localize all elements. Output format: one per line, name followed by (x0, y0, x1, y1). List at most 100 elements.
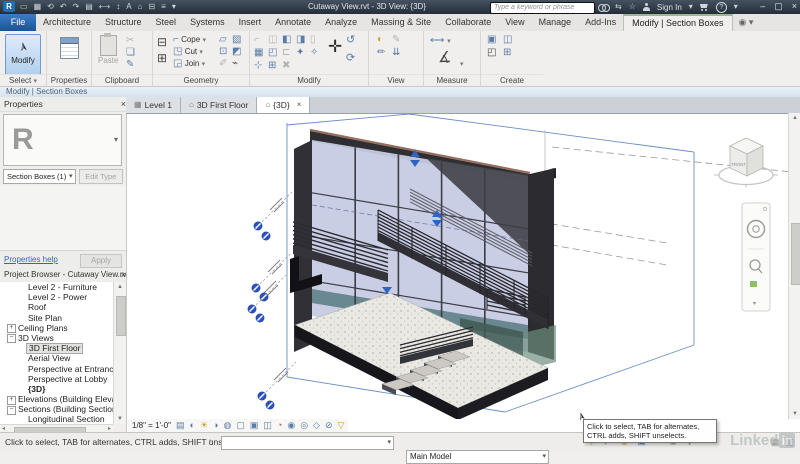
design-options-dropdown[interactable]: Main Model ▾ (406, 450, 549, 464)
tab-systems[interactable]: Systems (183, 14, 232, 31)
create-parts-icon[interactable]: ◰ (487, 47, 503, 60)
favorites-star-icon[interactable]: ☆ (629, 1, 636, 13)
measure-icon[interactable]: ⟷ (99, 1, 110, 13)
align-icon[interactable]: ⌐ (254, 34, 268, 47)
paint-icon[interactable]: ✐ (219, 58, 232, 70)
revit-logo-icon[interactable]: R (3, 1, 15, 12)
render-icon[interactable]: ◍ (223, 420, 231, 431)
panel-label-modify[interactable]: Modify (250, 74, 368, 86)
project-browser-header[interactable]: Project Browser - Cutaway View.rvt × (0, 268, 130, 283)
redo-icon[interactable]: ↷ (73, 1, 80, 13)
shadows-icon[interactable]: ◑ (213, 420, 218, 431)
collapse-minus-icon[interactable]: − (7, 334, 16, 344)
building-model[interactable] (290, 128, 556, 419)
measure-caret-icon[interactable]: ▾ (460, 53, 464, 71)
dormer-opening-icon[interactable]: ◩ (232, 46, 245, 58)
paste-button[interactable]: Paste (98, 33, 118, 65)
text-icon[interactable]: A (126, 1, 131, 13)
level-datum-tags[interactable] (247, 191, 297, 410)
tab-insert[interactable]: Insert (232, 14, 269, 31)
tree-item[interactable]: 3D First Floor (0, 343, 113, 354)
print-icon[interactable]: ▤ (85, 1, 93, 13)
collapse-minus-icon[interactable]: − (7, 405, 16, 415)
cut-button[interactable]: ◳ Cut ▾ (173, 46, 206, 58)
tab-modify-section-boxes[interactable]: Modify | Section Boxes (623, 14, 733, 31)
exchange-icon[interactable]: ⇆ (615, 1, 622, 13)
tree-item[interactable]: Perspective at Entrance (0, 364, 113, 374)
crop-icon[interactable]: ▢ (236, 420, 245, 431)
scrollbar-thumb[interactable] (116, 296, 126, 336)
sign-in-link[interactable]: Sign In (657, 3, 682, 12)
move-icon[interactable]: ⊹ (254, 60, 268, 73)
match-type-icon[interactable]: ✎ (126, 59, 135, 71)
measure-between-icon[interactable]: ⟷ ▾ (430, 35, 451, 46)
worksharing-icon[interactable]: ◎ (300, 420, 308, 431)
view-tab-3d-first-floor[interactable]: ⌂ 3D First Floor (180, 97, 258, 113)
help-caret-icon[interactable]: ▾ (734, 1, 738, 13)
tree-item[interactable]: Level 2 - Furniture (0, 282, 113, 292)
panel-label-properties[interactable]: Properties (47, 74, 91, 86)
tree-item[interactable]: − Sections (Building Section) (0, 404, 113, 415)
scrollbar-thumb[interactable] (791, 223, 800, 285)
sync-icon[interactable]: ⟲ (47, 1, 54, 13)
tree-item[interactable]: + Ceiling Plans (0, 323, 113, 334)
tab-manage[interactable]: Manage (532, 14, 579, 31)
tab-massing-site[interactable]: Massing & Site (364, 14, 438, 31)
view-tab--3d-[interactable]: ⌂ {3D} × (257, 97, 311, 113)
tab-architecture[interactable]: Architecture (36, 14, 98, 31)
section-icon[interactable]: ⊟ (148, 1, 155, 13)
constraints-icon[interactable]: ▽ (338, 420, 345, 431)
hide-icon[interactable]: ◔ (277, 420, 282, 431)
tree-item[interactable]: Roof (0, 302, 113, 312)
viewport-vertical-scrollbar[interactable]: ▲ ▼ (788, 113, 800, 419)
reveal-icon[interactable]: ◉ (287, 420, 295, 431)
panel-label-view[interactable]: View (369, 74, 423, 86)
measure-angle-icon[interactable]: ∡ (438, 48, 451, 66)
tree-item[interactable]: Level 2 - Power (0, 292, 113, 302)
join-geometry-icon[interactable]: ⊞ (157, 52, 167, 68)
scale-icon[interactable]: ◰ (268, 47, 282, 60)
pin-icon[interactable]: ✦ (296, 47, 310, 60)
search-input[interactable]: Type a keyword or phrase (490, 1, 595, 14)
tab-steel[interactable]: Steel (149, 14, 184, 31)
cope-button[interactable]: ⌐ Cope ▾ (173, 34, 206, 46)
worksets-icon[interactable]: ◔ (207, 436, 212, 446)
panel-label-clipboard[interactable]: Clipboard (92, 74, 152, 86)
join-button[interactable]: ◲ Join ▾ (173, 58, 206, 70)
create-group-icon[interactable]: ▣ (487, 34, 503, 47)
browser-vertical-scrollbar[interactable]: ▲ ▼ (113, 282, 127, 424)
category-dropdown[interactable]: Section Boxes (1) ▾ (3, 169, 76, 184)
view-tab-close-icon[interactable]: × (297, 97, 302, 113)
properties-toggle-button[interactable] (60, 37, 79, 59)
dimension-icon[interactable]: ↕ (116, 1, 120, 13)
scale-control[interactable]: 1/8" = 1'-0" (132, 421, 171, 430)
split-icon[interactable]: ▯ (310, 34, 324, 47)
type-selector-caret-icon[interactable]: ▾ (114, 135, 118, 144)
create-similar-icon[interactable]: ⊞ (503, 47, 519, 60)
shaft-opening-icon[interactable]: ▨ (232, 34, 245, 46)
view-tab-level-1[interactable]: ▦ Level 1 (126, 97, 181, 113)
lightbulb-icon[interactable]: ◐ (377, 34, 392, 47)
open-icon[interactable]: ▭ (20, 1, 28, 13)
user-icon[interactable] (642, 3, 650, 11)
panel-label-geometry[interactable]: Geometry (153, 74, 249, 86)
close-button[interactable]: × (792, 0, 797, 13)
paintbrush-icon[interactable]: ✏ (377, 47, 392, 60)
wall-opening-icon[interactable]: ▱ (219, 34, 232, 46)
navigation-bar[interactable]: ▾ (741, 202, 771, 312)
dropdown-caret-icon[interactable]: ▾ (689, 1, 693, 13)
mirror-draw-icon[interactable]: ◨ (296, 34, 310, 47)
worksets-dropdown[interactable]: ▾ (221, 436, 394, 450)
type-selector[interactable]: R ▾ (3, 114, 122, 166)
tree-item[interactable]: −3D Views (0, 333, 113, 344)
modify-tool-button[interactable]: ➢ Modify (5, 34, 41, 75)
sun-icon[interactable]: ☀ (200, 420, 208, 431)
offset-icon[interactable]: ◫ (268, 34, 282, 47)
viewcube[interactable]: FRONT (714, 137, 778, 188)
help-icon[interactable]: ? (715, 1, 727, 13)
ribbon-state-caret-icon[interactable]: ◉ ▾ (733, 14, 760, 31)
copy-to-clipboard-icon[interactable]: ❏ (126, 47, 135, 59)
edit-type-button[interactable]: Edit Type (78, 169, 123, 184)
analytical-icon[interactable]: ⊘ (325, 420, 333, 431)
navbar-expand-icon[interactable]: ▾ (753, 301, 756, 307)
